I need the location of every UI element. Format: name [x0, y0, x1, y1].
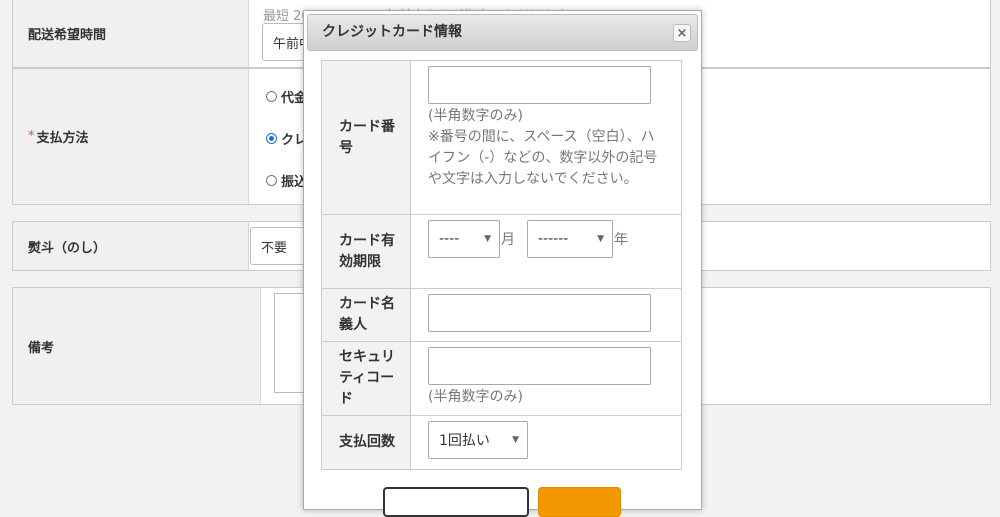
security-code-row: セキュリティコード (半角数字のみ)	[321, 341, 682, 416]
remarks-label: 備考	[13, 288, 261, 404]
card-number-row: カード番号 (半角数字のみ) ※番号の間に、スペース（空白）、ハイフン（-）など…	[321, 60, 682, 215]
dialog-title: クレジットカード情報	[322, 24, 462, 40]
card-number-input[interactable]	[428, 66, 651, 104]
card-holder-input[interactable]	[428, 294, 651, 332]
payment-option-credit[interactable]: クレ	[266, 129, 307, 148]
required-mark: *	[28, 129, 35, 144]
credit-card-dialog: クレジットカード情報 × カード番号 (半角数字のみ) ※番号の間に、スペース（…	[303, 10, 702, 517]
close-icon: ×	[676, 25, 688, 41]
card-number-warning: ※番号の間に、スペース（空白）、ハイフン（-）などの、数字以外の記号や文字は入力…	[428, 129, 658, 187]
close-button[interactable]: ×	[673, 24, 691, 42]
payment-option-cod[interactable]: 代金	[266, 87, 307, 106]
chevron-down-icon: ▼	[597, 234, 604, 244]
submit-button[interactable]	[538, 487, 621, 517]
radio-button[interactable]	[266, 91, 277, 102]
expiry-label: カード有効期限	[321, 214, 411, 289]
payment-option-transfer[interactable]: 振込	[266, 171, 307, 190]
noshi-label: 熨斗（のし）	[13, 222, 249, 270]
holder-label: カード名義人	[321, 288, 411, 342]
payment-method-label: * 支払方法	[13, 69, 249, 204]
security-code-note: (半角数字のみ)	[428, 389, 523, 405]
expiry-month-select[interactable]: ---- ▼	[428, 220, 500, 258]
expiry-row: カード有効期限 ---- ▼ 月 ------ ▼ 年	[321, 214, 682, 289]
credit-card-form: カード番号 (半角数字のみ) ※番号の間に、スペース（空白）、ハイフン（-）など…	[321, 60, 682, 470]
installments-label: 支払回数	[321, 415, 411, 470]
security-code-input[interactable]	[428, 347, 651, 385]
radio-button[interactable]	[266, 175, 277, 186]
dialog-header: クレジットカード情報 ×	[307, 14, 698, 51]
chevron-down-icon: ▼	[484, 234, 491, 244]
chevron-down-icon: ▼	[512, 435, 519, 445]
installments-select[interactable]: 1回払い ▼	[428, 421, 528, 459]
radio-button-selected[interactable]	[266, 133, 277, 144]
card-number-note: (半角数字のみ)	[428, 108, 523, 124]
year-unit: 年	[614, 232, 628, 248]
holder-row: カード名義人	[321, 288, 682, 342]
back-button[interactable]	[383, 487, 529, 517]
delivery-time-label: 配送希望時間	[13, 0, 249, 67]
installments-row: 支払回数 1回払い ▼	[321, 415, 682, 470]
month-unit: 月	[501, 232, 515, 248]
card-number-label: カード番号	[321, 60, 411, 215]
expiry-year-select[interactable]: ------ ▼	[527, 220, 613, 258]
security-code-label: セキュリティコード	[321, 341, 411, 416]
